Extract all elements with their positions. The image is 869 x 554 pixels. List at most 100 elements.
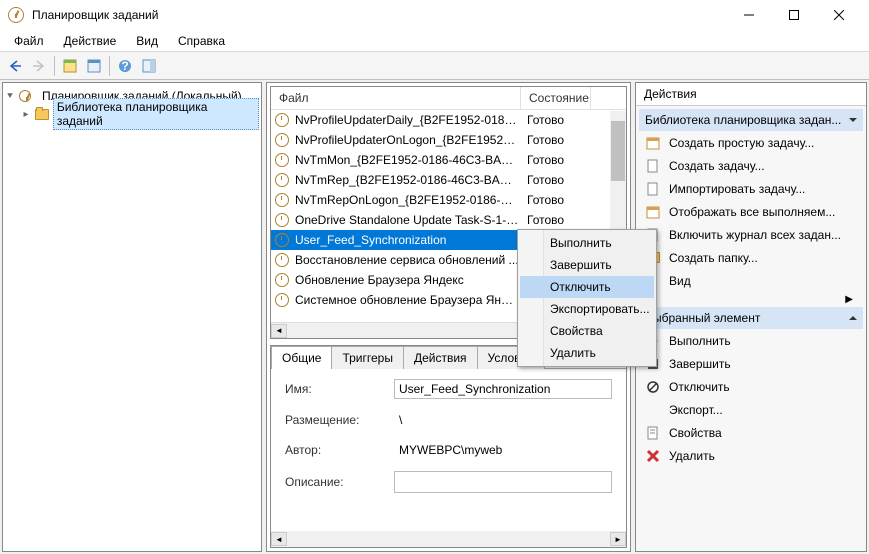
action-item[interactable]: Удалить [639,444,863,467]
scroll-left-button[interactable]: ◄ [271,324,287,338]
task-row[interactable]: NvTmRep_{B2FE1952-0186-46C3-BAEC-...Гото… [271,170,626,190]
task-name: NvTmMon_{B2FE1952-0186-46C3-BAEC-... [291,153,523,167]
action-item[interactable]: Экспорт... [639,398,863,421]
task-state: Готово [523,213,593,227]
svg-text:?: ? [121,59,128,73]
action-label: Экспорт... [669,403,723,417]
pane1-button[interactable] [59,55,81,77]
task-state: Готово [523,133,593,147]
tab-triggers[interactable]: Триггеры [331,346,404,369]
details-pane: Общие Триггеры Действия Условия Имя: Use… [270,345,627,548]
help-button[interactable]: ? [114,55,136,77]
clock-icon [275,293,289,307]
task-name: Обновление Браузера Яндекс [291,273,523,287]
task-row[interactable]: OneDrive Standalone Update Task-S-1-5-..… [271,210,626,230]
ctx-end[interactable]: Завершить [520,254,654,276]
close-button[interactable] [816,1,861,29]
action-label: Завершить [669,357,731,371]
task-name: User_Feed_Synchronization [291,233,523,247]
action-item[interactable]: Отображать все выполняем... [639,200,863,223]
action-item[interactable]: Создать папку... [639,246,863,269]
tree-library-label: Библиотека планировщика заданий [53,98,259,130]
actions-pane: Действия Библиотека планировщика задан..… [635,82,867,552]
submenu-arrow: ▶ [639,292,863,307]
task-name: OneDrive Standalone Update Task-S-1-5-..… [291,213,523,227]
col-state[interactable]: Состояние [521,87,591,109]
ctx-export[interactable]: Экспортировать... [520,298,654,320]
tab-general[interactable]: Общие [271,346,332,369]
ctx-props[interactable]: Свойства [520,320,654,342]
tree-pane: ⯆ Планировщик заданий (Локальный) ▸ Библ… [2,82,262,552]
task-name: NvTmRep_{B2FE1952-0186-46C3-BAEC-... [291,173,523,187]
actions-body: Библиотека планировщика задан... Создать… [636,106,866,551]
actions-group-selected: Выполнить Завершить Отключить Экспорт... Сво… [639,329,863,467]
toolbar: ? [0,52,869,80]
task-state: Готово [523,113,593,127]
task-state: Готово [523,153,593,167]
pane2-button[interactable] [83,55,105,77]
task-row[interactable]: NvTmMon_{B2FE1952-0186-46C3-BAEC-...Гото… [271,150,626,170]
clock-icon [19,90,31,102]
action-item[interactable]: Отключить [639,375,863,398]
general-form: Имя: User_Feed_Synchronization Размещени… [271,369,626,531]
action-item[interactable]: Вид [639,269,863,292]
tab-actions[interactable]: Действия [403,346,478,369]
clock-icon [275,153,289,167]
action-icon [645,425,661,441]
menu-action[interactable]: Действие [54,32,127,50]
name-label: Имя: [285,382,394,396]
ctx-disable[interactable]: Отключить [520,276,654,298]
pane3-button[interactable] [138,55,160,77]
clock-icon [275,193,289,207]
action-icon [645,402,661,418]
list-header: Файл Состояние [271,87,626,110]
task-row[interactable]: NvTmRepOnLogon_{B2FE1952-0186-46C...Гото… [271,190,626,210]
col-file[interactable]: Файл [271,87,521,109]
action-item[interactable]: Создать простую задачу... [639,131,863,154]
action-item[interactable]: Создать задачу... [639,154,863,177]
description-label: Описание: [285,475,394,489]
action-item[interactable]: Импортировать задачу... [639,177,863,200]
menu-view[interactable]: Вид [126,32,168,50]
action-label: Создать задачу... [669,159,765,173]
minimize-button[interactable] [726,1,771,29]
menubar: Файл Действие Вид Справка [0,30,869,52]
author-value: MYWEBPC\myweb [395,441,506,459]
action-item[interactable]: Завершить [639,352,863,375]
actions-header-selected-label: Выбранный элемент [645,311,760,325]
action-label: Создать простую задачу... [669,136,814,150]
back-button[interactable] [4,55,26,77]
actions-header-library[interactable]: Библиотека планировщика задан... [639,109,863,131]
task-row[interactable]: NvProfileUpdaterDaily_{B2FE1952-0186-4..… [271,110,626,130]
actions-title: Действия [636,83,866,106]
actions-header-selected[interactable]: Выбранный элемент [639,307,863,329]
location-label: Размещение: [285,413,395,427]
menu-help[interactable]: Справка [168,32,235,50]
folder-icon [35,109,49,120]
action-item[interactable]: Включить журнал всех задан... [639,223,863,246]
clock-icon [275,173,289,187]
ctx-run[interactable]: Выполнить [520,232,654,254]
ctx-delete[interactable]: Удалить [520,342,654,364]
action-label: Создать папку... [669,251,758,265]
chevron-up-icon [849,316,857,320]
task-list: Файл Состояние NvProfileUpdaterDaily_{B2… [270,86,627,339]
titlebar: Планировщик заданий [0,0,869,30]
action-icon [645,135,661,151]
description-value[interactable] [394,471,612,493]
task-row[interactable]: NvProfileUpdaterOnLogon_{B2FE1952-01...Г… [271,130,626,150]
action-item[interactable]: Свойства [639,421,863,444]
context-menu: Выполнить Завершить Отключить Экспортиро… [517,229,657,367]
menu-file[interactable]: Файл [4,32,54,50]
details-scrollbar[interactable]: ◄ ► [271,531,626,547]
action-icon [645,448,661,464]
action-icon [645,181,661,197]
clock-icon [275,213,289,227]
forward-button[interactable] [28,55,50,77]
tree-library[interactable]: ▸ Библиотека планировщика заданий [5,105,259,123]
action-icon [645,204,661,220]
task-name: Системное обновление Браузера Яндекс [291,293,523,307]
action-item[interactable]: Выполнить [639,329,863,352]
maximize-button[interactable] [771,1,816,29]
clock-icon [275,273,289,287]
